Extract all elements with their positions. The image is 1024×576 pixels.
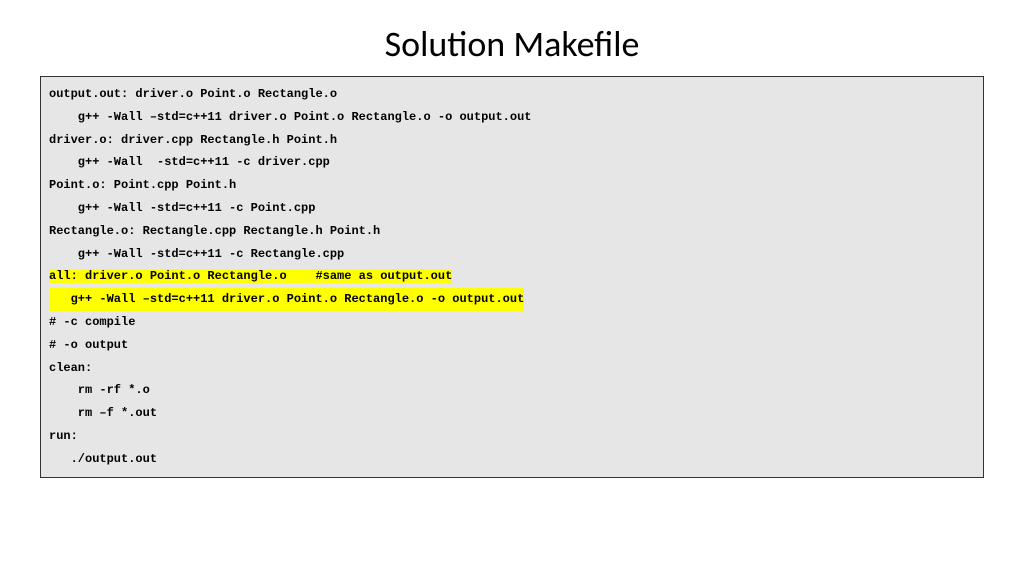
highlight-span: g++ -Wall –std=c++11 driver.o Point.o Re… (49, 288, 524, 311)
code-line: Rectangle.o: Rectangle.cpp Rectangle.h P… (49, 220, 975, 243)
code-line: # -c compile (49, 311, 975, 334)
code-line: # -o output (49, 334, 975, 357)
code-line-highlight: all: driver.o Point.o Rectangle.o #same … (49, 265, 975, 288)
makefile-codebox: output.out: driver.o Point.o Rectangle.o… (40, 76, 984, 478)
code-line: g++ -Wall -std=c++11 -c driver.cpp (49, 151, 975, 174)
code-line: ./output.out (49, 448, 975, 471)
code-line: g++ -Wall –std=c++11 driver.o Point.o Re… (49, 106, 975, 129)
code-line: output.out: driver.o Point.o Rectangle.o (49, 83, 975, 106)
code-line: rm -rf *.o (49, 379, 975, 402)
code-line: rm –f *.out (49, 402, 975, 425)
code-line: g++ -Wall -std=c++11 -c Rectangle.cpp (49, 243, 975, 266)
highlight-span: all: driver.o Point.o Rectangle.o #same … (49, 269, 452, 283)
code-line-highlight: g++ -Wall –std=c++11 driver.o Point.o Re… (49, 288, 975, 311)
code-line: clean: (49, 357, 975, 380)
page-title: Solution Makefile (0, 0, 1024, 76)
code-line: g++ -Wall -std=c++11 -c Point.cpp (49, 197, 975, 220)
code-line: run: (49, 425, 975, 448)
code-line: driver.o: driver.cpp Rectangle.h Point.h (49, 129, 975, 152)
code-line: Point.o: Point.cpp Point.h (49, 174, 975, 197)
